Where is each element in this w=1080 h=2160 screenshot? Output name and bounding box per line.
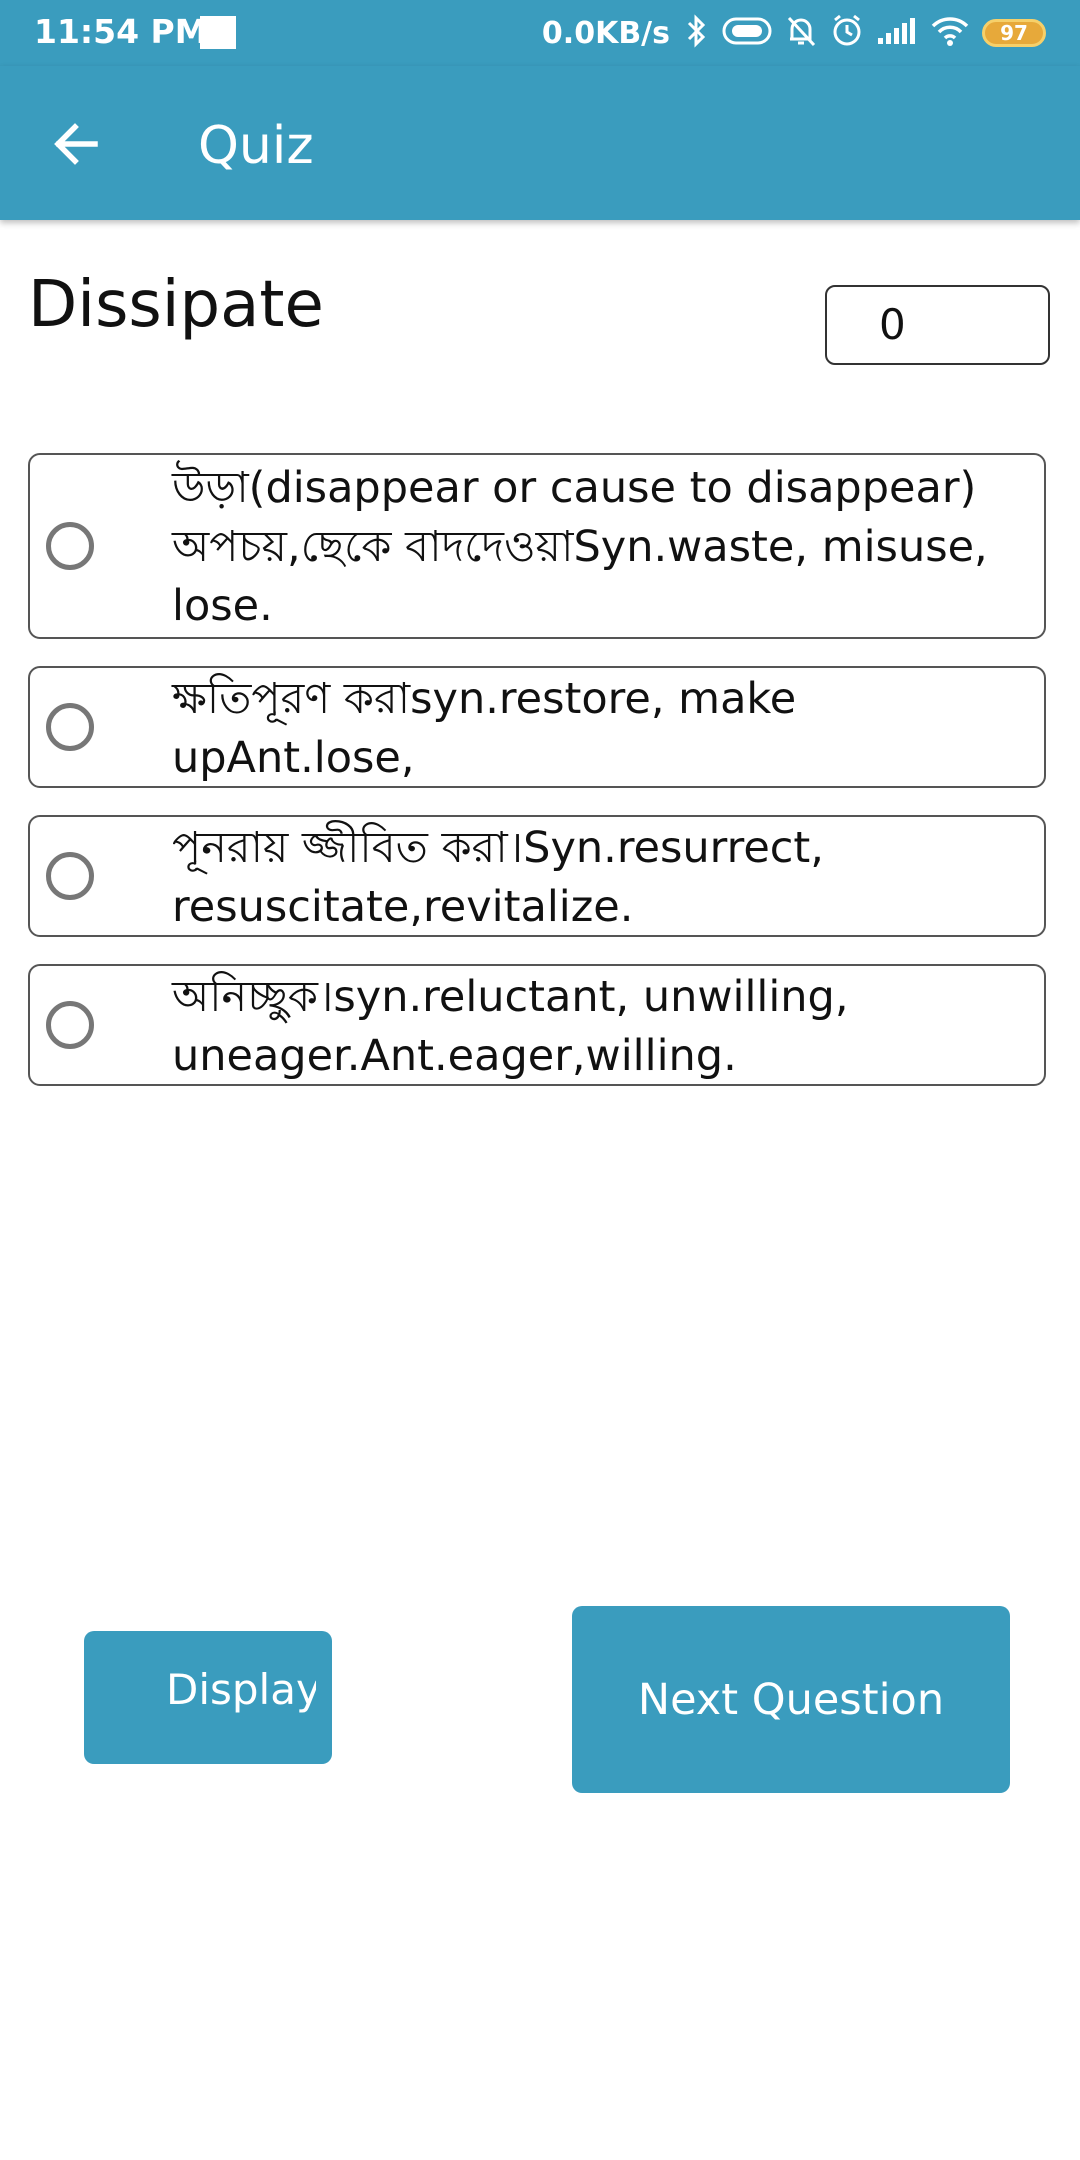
network-speed: 0.0KB/s: [541, 15, 670, 51]
notification-square-icon: [200, 16, 236, 49]
battery-level: 97: [1000, 21, 1028, 45]
radio-button[interactable]: [46, 1001, 94, 1049]
app-bar: Quiz: [0, 66, 1080, 220]
pill-icon: [722, 16, 772, 50]
signal-icon: [876, 16, 918, 50]
wifi-icon: [930, 15, 970, 51]
display-answer-button[interactable]: Display: [84, 1631, 332, 1764]
option-text: উড়া(disappear or cause to disappear) অপ…: [172, 463, 988, 631]
status-bar: 11:54 PM 0.0KB/s 97: [0, 0, 1080, 66]
question-word: Dissipate: [28, 268, 324, 342]
score-field: 0: [825, 285, 1050, 365]
option-text: ক্ষতিপূরণ করাsyn.restore, make upAnt.los…: [172, 674, 797, 783]
option-text: পূনরায় জ্জীবিত করা।Syn.resurrect, resus…: [172, 823, 824, 932]
radio-button[interactable]: [46, 522, 94, 570]
page-title: Quiz: [198, 116, 314, 176]
next-question-button[interactable]: Next Question: [572, 1606, 1010, 1793]
answer-option-2[interactable]: ক্ষতিপূরণ করাsyn.restore, make upAnt.los…: [28, 666, 1046, 788]
alarm-icon: [830, 13, 864, 53]
display-button-label: Display: [166, 1665, 316, 1714]
answer-option-3[interactable]: পূনরায় জ্জীবিত করা।Syn.resurrect, resus…: [28, 815, 1046, 937]
radio-button[interactable]: [46, 852, 94, 900]
bell-off-icon: [784, 13, 818, 53]
arrow-left-icon: [49, 117, 103, 175]
battery-icon: 97: [982, 19, 1046, 47]
radio-button[interactable]: [46, 703, 94, 751]
answer-option-4[interactable]: অনিচ্ছুক।syn.reluctant, unwilling, uneag…: [28, 964, 1046, 1086]
option-text: অনিচ্ছুক।syn.reluctant, unwilling, uneag…: [172, 972, 849, 1081]
answer-option-1[interactable]: উড়া(disappear or cause to disappear) অপ…: [28, 453, 1046, 639]
status-icons: 0.0KB/s 97: [542, 12, 1046, 54]
status-time: 11:54 PM: [34, 12, 208, 51]
bluetooth-icon: [682, 13, 710, 53]
back-button[interactable]: [40, 110, 112, 182]
